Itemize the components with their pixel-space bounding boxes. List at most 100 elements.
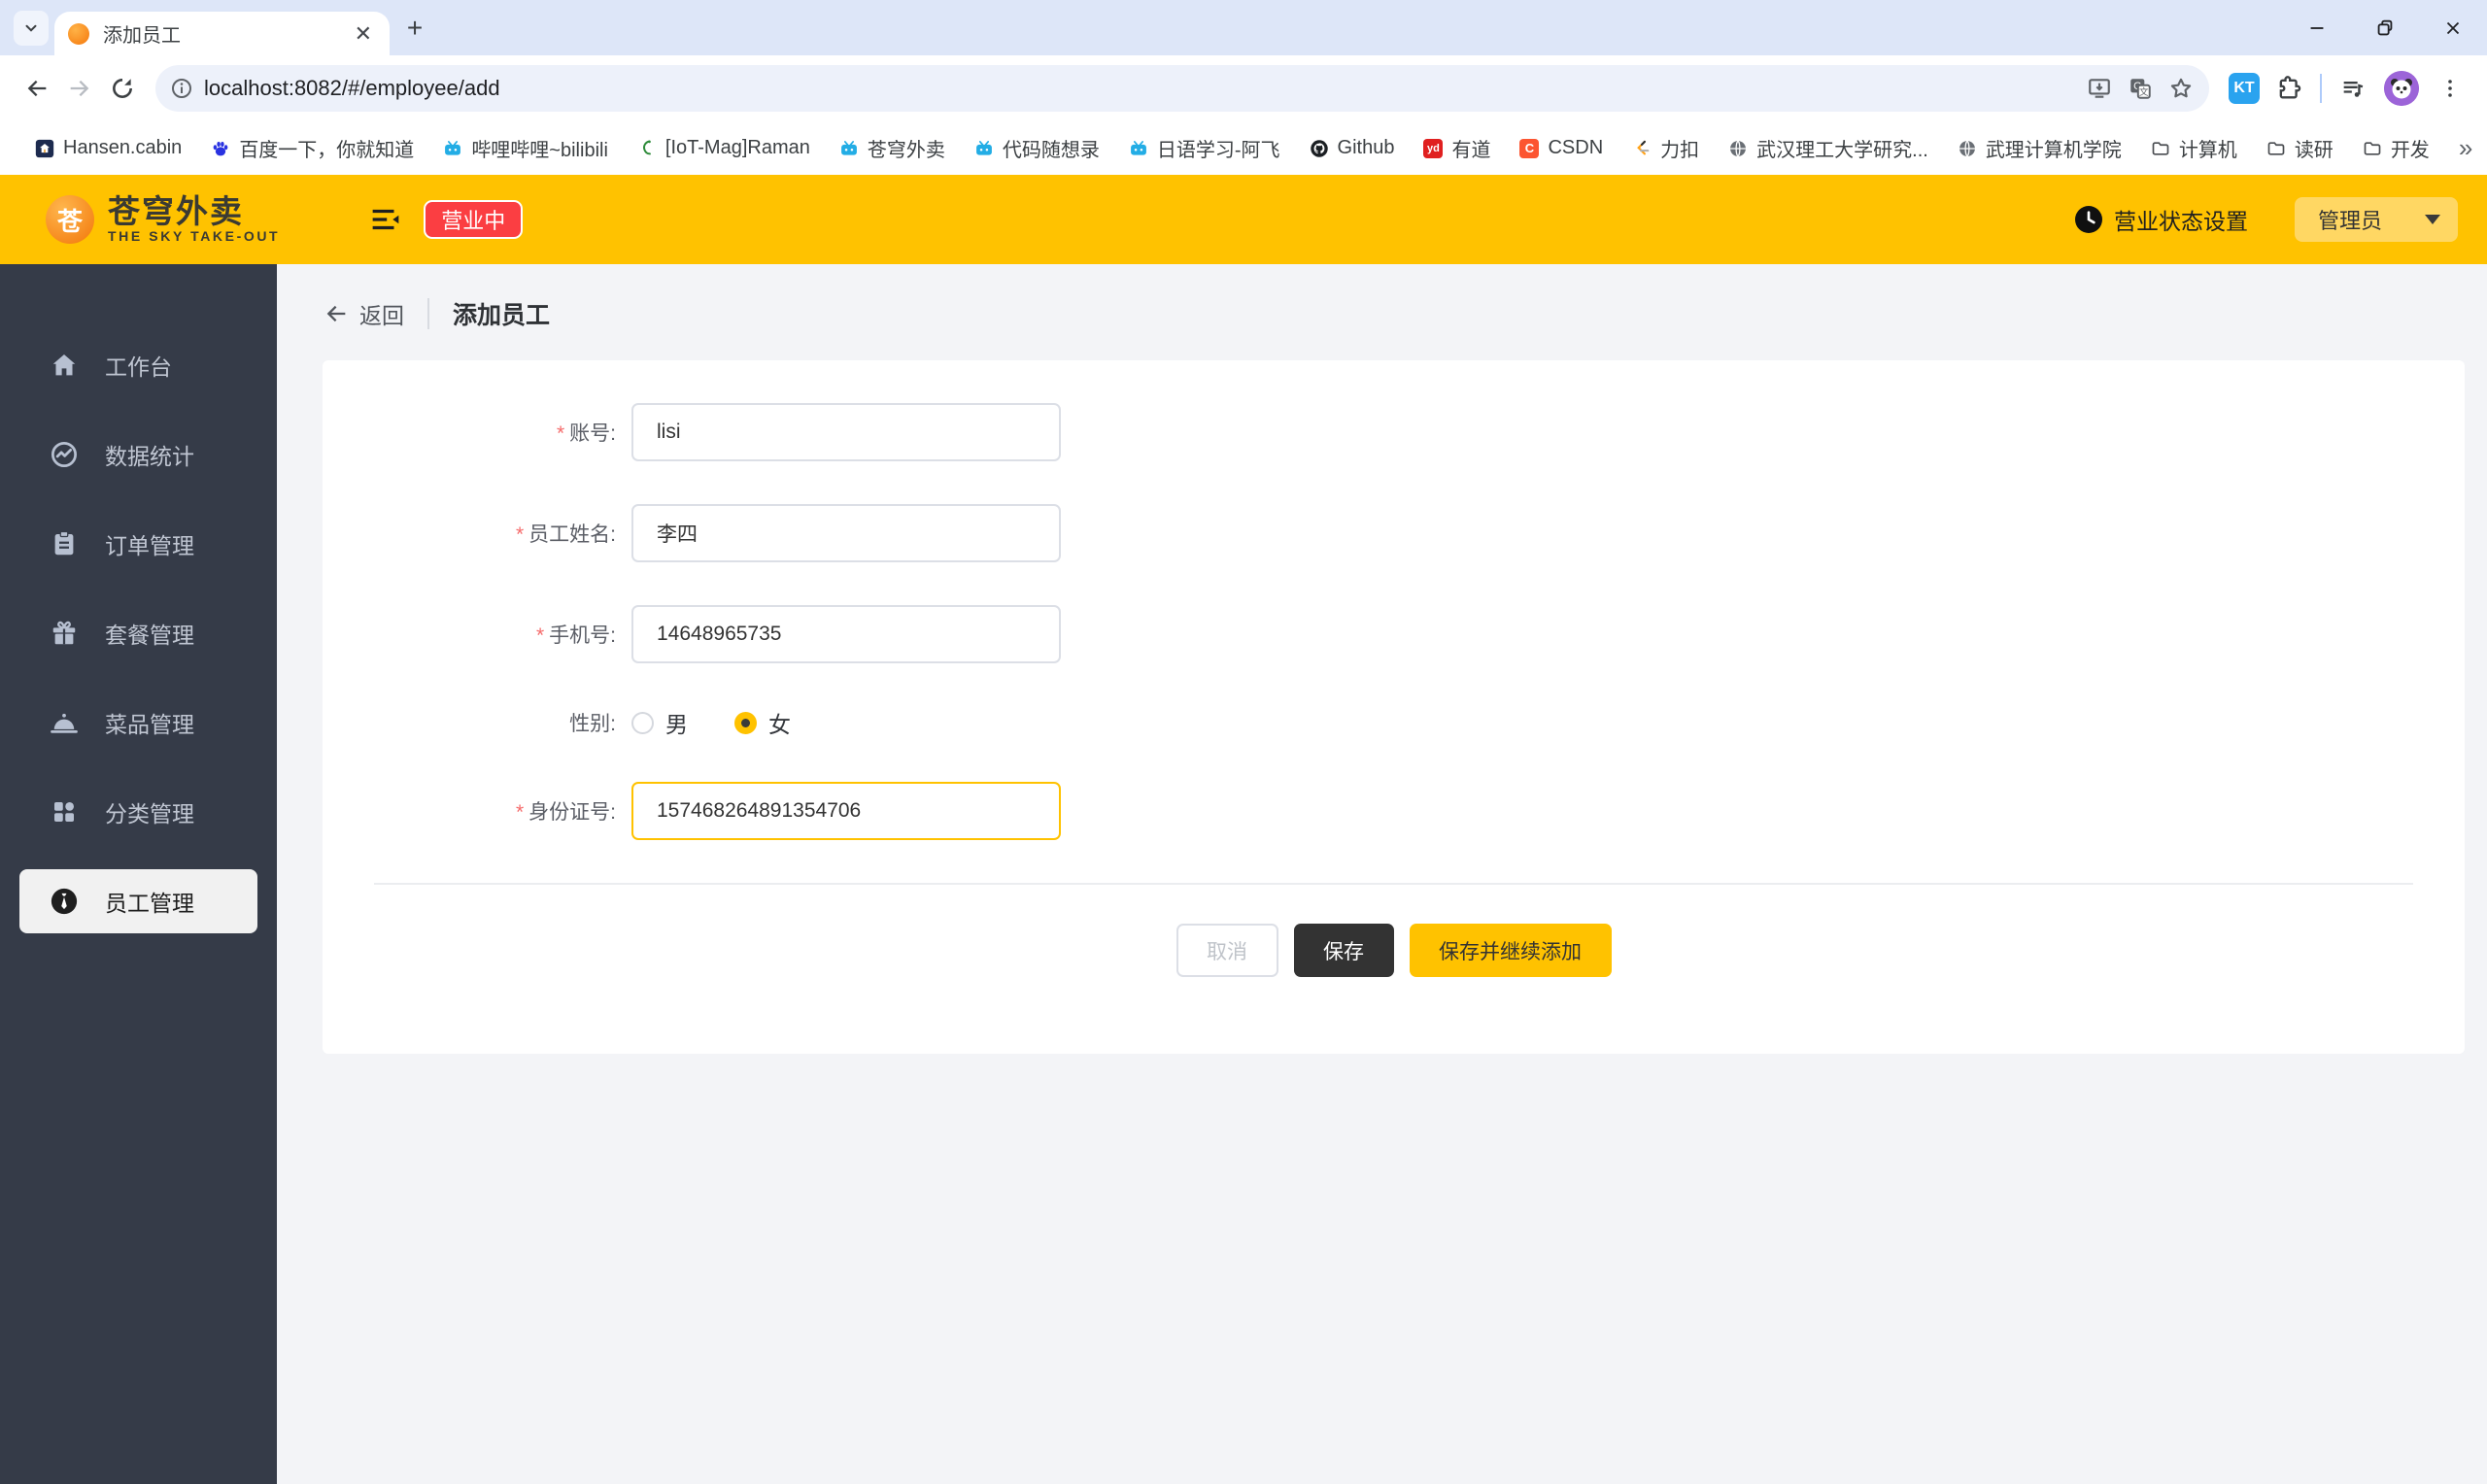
bookmark-item[interactable]: yd 有道 <box>1423 134 1490 162</box>
bookmark-item[interactable]: 哔哩哔哩~bilibili <box>443 134 608 162</box>
sidebar-item-setmeal[interactable]: 套餐管理 <box>0 589 277 678</box>
name-label: * 员工姓名: <box>515 523 616 546</box>
tab-close-icon[interactable]: ✕ <box>351 21 376 47</box>
radio-male-label: 男 <box>665 712 688 737</box>
globe-favicon <box>1730 140 1747 156</box>
translate-button[interactable]: G文 <box>2120 68 2161 109</box>
bilibili-tv-favicon <box>445 140 461 155</box>
bookmark-item[interactable]: Github <box>1310 137 1394 159</box>
media-controls-button[interactable] <box>2332 67 2374 110</box>
bookmark-item[interactable]: [IoT-Mag]Raman <box>637 137 810 159</box>
bookmark-item[interactable]: 武汉理工大学研究... <box>1728 134 1928 162</box>
back-arrow-icon <box>27 80 47 97</box>
translate-icon: G文 <box>2130 79 2151 99</box>
sidebar-item-statistics[interactable]: 数据统计 <box>0 410 277 499</box>
sidebar-item-label: 订单管理 <box>105 533 194 558</box>
business-status-setting-button[interactable]: 营业状态设置 <box>2073 203 2248 236</box>
business-status-setting-label: 营业状态设置 <box>2114 209 2248 234</box>
bilibili-tv-favicon <box>975 140 992 155</box>
bookmark-item[interactable]: 苍穹外卖 <box>839 134 945 162</box>
bookmark-folder[interactable]: 读研 <box>2266 134 2334 162</box>
cancel-button[interactable]: 取消 <box>1175 924 1278 977</box>
globe-favicon <box>1959 140 1975 156</box>
clock-icon <box>2075 206 2102 233</box>
bookmark-label: 苍穹外卖 <box>867 140 945 161</box>
bookmark-item[interactable]: C CSDN <box>1519 137 1603 159</box>
tab-search-button[interactable] <box>14 11 49 46</box>
brand-logo: 苍 <box>46 195 94 244</box>
bookmark-item[interactable]: 日语学习-阿飞 <box>1129 134 1280 162</box>
bookmark-folder[interactable]: 开发 <box>2363 134 2430 162</box>
phone-input[interactable] <box>631 605 1061 663</box>
install-app-button[interactable] <box>2079 68 2120 109</box>
bookmark-item[interactable]: Hansen.cabin <box>35 137 182 159</box>
sidebar-item-employees[interactable]: 员工管理 <box>0 857 277 946</box>
radio-male-circle <box>631 711 654 734</box>
tab-title: 添加员工 <box>103 25 181 47</box>
csdn-favicon-text: C <box>1524 141 1535 155</box>
close-icon <box>2446 21 2460 34</box>
save-and-continue-button[interactable]: 保存并继续添加 <box>1409 924 1612 977</box>
reload-button[interactable] <box>101 67 144 110</box>
close-window-button[interactable] <box>2419 0 2487 55</box>
bookmark-item[interactable]: 代码随想录 <box>974 134 1100 162</box>
browser-menu-button[interactable] <box>2429 67 2471 110</box>
sidebar-item-categories[interactable]: 分类管理 <box>0 767 277 857</box>
panda-avatar-icon <box>2384 71 2419 106</box>
new-tab-button[interactable]: + <box>397 11 432 46</box>
toolbar-separator <box>2320 74 2322 103</box>
extensions-button[interactable] <box>2267 67 2310 110</box>
business-status-badge: 营业中 <box>424 200 524 239</box>
id-number-label: * 身份证号: <box>515 801 616 824</box>
github-favicon <box>1310 139 1328 157</box>
radio-female[interactable]: 女 <box>734 706 791 739</box>
kt-extension-button[interactable]: KT <box>2229 73 2260 104</box>
forward-arrow-icon <box>70 80 89 97</box>
window-controls <box>2283 0 2487 55</box>
browser-tab[interactable]: 添加员工 ✕ <box>54 12 390 55</box>
back-link[interactable]: 返回 <box>323 297 404 330</box>
chevron-down-icon <box>2425 215 2440 224</box>
sidebar-item-workbench[interactable]: 工作台 <box>0 320 277 410</box>
bookmark-folder[interactable]: 计算机 <box>2151 134 2237 162</box>
back-button[interactable] <box>16 67 58 110</box>
employee-name-input[interactable] <box>631 504 1061 562</box>
address-bar[interactable]: localhost:8082/#/employee/add G文 <box>155 65 2209 112</box>
minimize-button[interactable] <box>2283 0 2351 55</box>
header-divider <box>427 297 429 329</box>
bookmark-item[interactable]: 力扣 <box>1632 134 1699 162</box>
bookmark-item[interactable]: 武理计算机学院 <box>1958 134 2122 162</box>
form-row-account: * 账号: <box>323 403 2465 461</box>
site-favicon <box>68 22 89 45</box>
forward-button[interactable] <box>58 67 101 110</box>
sidebar-item-orders[interactable]: 订单管理 <box>0 499 277 589</box>
restore-button[interactable] <box>2351 0 2419 55</box>
reload-icon <box>113 79 132 98</box>
minimize-icon <box>2310 26 2324 29</box>
sidebar-collapse-button[interactable] <box>369 205 402 234</box>
back-arrow-icon <box>326 305 346 321</box>
radio-male[interactable]: 男 <box>631 706 688 739</box>
sidebar: 工作台 数据统计 订单管理 套餐管理 菜品管理 分类管理 员工管理 <box>0 264 277 1484</box>
radio-female-circle <box>734 711 757 734</box>
sidebar-item-dishes[interactable]: 菜品管理 <box>0 678 277 767</box>
id-number-input[interactable] <box>631 782 1061 840</box>
form-row-phone: * 手机号: <box>323 605 2465 663</box>
save-button[interactable]: 保存 <box>1293 924 1394 977</box>
form-divider <box>374 883 2413 885</box>
bookmarks-overflow-button[interactable]: » <box>2459 133 2472 163</box>
svg-text:文: 文 <box>2139 85 2149 98</box>
playlist-music-icon <box>2343 82 2364 97</box>
account-input[interactable] <box>631 403 1061 461</box>
bookmark-star-button[interactable] <box>2161 68 2201 109</box>
url-text[interactable]: localhost:8082/#/employee/add <box>204 76 2079 101</box>
profile-avatar[interactable] <box>2384 71 2419 106</box>
info-icon <box>172 79 191 98</box>
bookmark-item[interactable]: 百度一下，你就知道 <box>211 134 414 162</box>
folder-icon <box>2152 141 2169 155</box>
site-info-button[interactable] <box>163 70 200 107</box>
gift-icon <box>49 618 80 649</box>
user-menu-dropdown[interactable]: 管理员 <box>2295 197 2458 242</box>
employee-badge-icon <box>49 886 80 917</box>
page-title: 添加员工 <box>453 301 551 329</box>
